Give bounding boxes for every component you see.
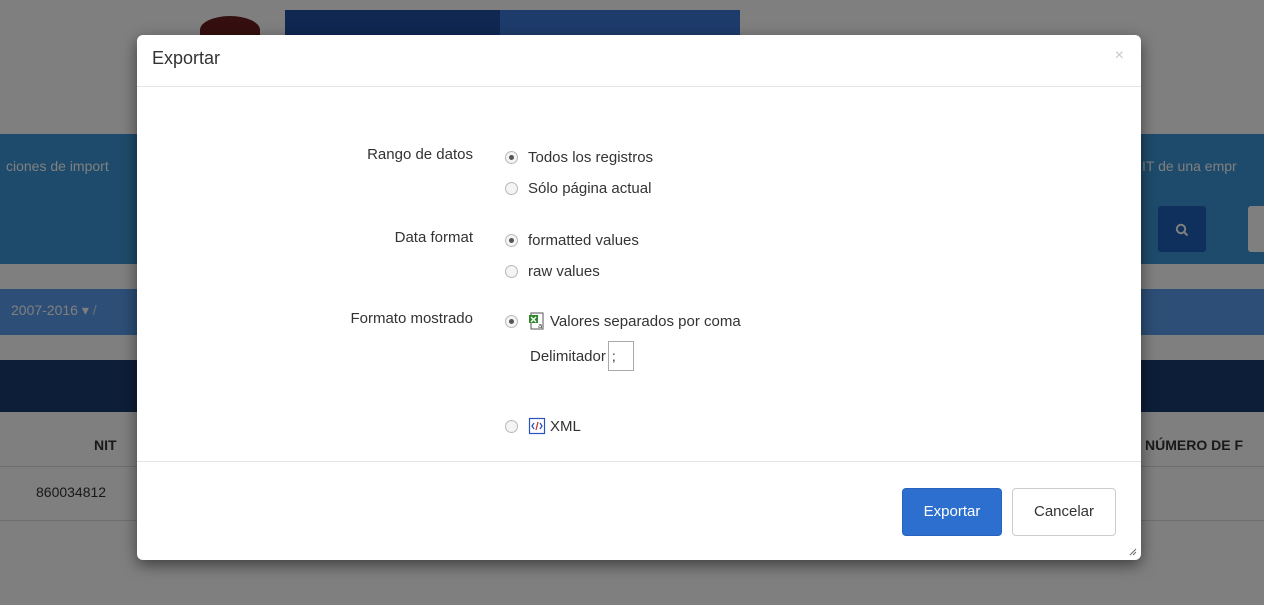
delimiter-row: Delimitador: [530, 341, 634, 371]
radio-label: Valores separados por coma: [550, 312, 741, 330]
svg-text:a: a: [538, 322, 542, 330]
dialog-header: Exportar ×: [137, 35, 1141, 87]
radio-button[interactable]: [505, 314, 518, 328]
export-button[interactable]: Exportar: [902, 488, 1002, 536]
dialog-title: Exportar: [152, 48, 221, 68]
radio-xml[interactable]: XML: [505, 416, 581, 436]
radio-button[interactable]: [505, 264, 518, 278]
radio-label: formatted values: [528, 231, 639, 249]
radio-button[interactable]: [505, 233, 518, 247]
radio-label: raw values: [528, 262, 600, 280]
xml-file-icon: [528, 417, 546, 435]
data-format-label: Data format: [394, 229, 473, 246]
radio-formatted-values[interactable]: formatted values: [505, 230, 639, 250]
radio-csv[interactable]: a Valores separados por coma: [505, 311, 741, 331]
radio-raw-values[interactable]: raw values: [505, 261, 600, 281]
delimiter-label: Delimitador: [530, 347, 606, 365]
resize-handle-icon[interactable]: [1129, 548, 1137, 556]
radio-todos-registros[interactable]: Todos los registros: [505, 147, 653, 167]
radio-solo-pagina[interactable]: Sólo página actual: [505, 178, 651, 198]
radio-label: Todos los registros: [528, 148, 654, 166]
cancel-button[interactable]: Cancelar: [1012, 488, 1116, 536]
dialog-footer: Exportar Cancelar: [137, 461, 1141, 560]
rango-label: Rango de datos: [367, 146, 473, 163]
csv-file-icon: a: [529, 312, 544, 330]
dialog-body: Rango de datos Todos los registros Sólo …: [137, 88, 1141, 462]
radio-label: Sólo página actual: [528, 179, 652, 197]
radio-button[interactable]: [505, 150, 518, 164]
export-dialog: Exportar × Rango de datos Todos los regi…: [137, 35, 1141, 560]
radio-button[interactable]: [505, 419, 518, 433]
formato-label: Formato mostrado: [350, 310, 473, 327]
close-icon[interactable]: ×: [1115, 47, 1124, 65]
delimiter-input[interactable]: [607, 341, 634, 371]
radio-button[interactable]: [505, 181, 518, 195]
radio-label: XML: [550, 417, 581, 435]
